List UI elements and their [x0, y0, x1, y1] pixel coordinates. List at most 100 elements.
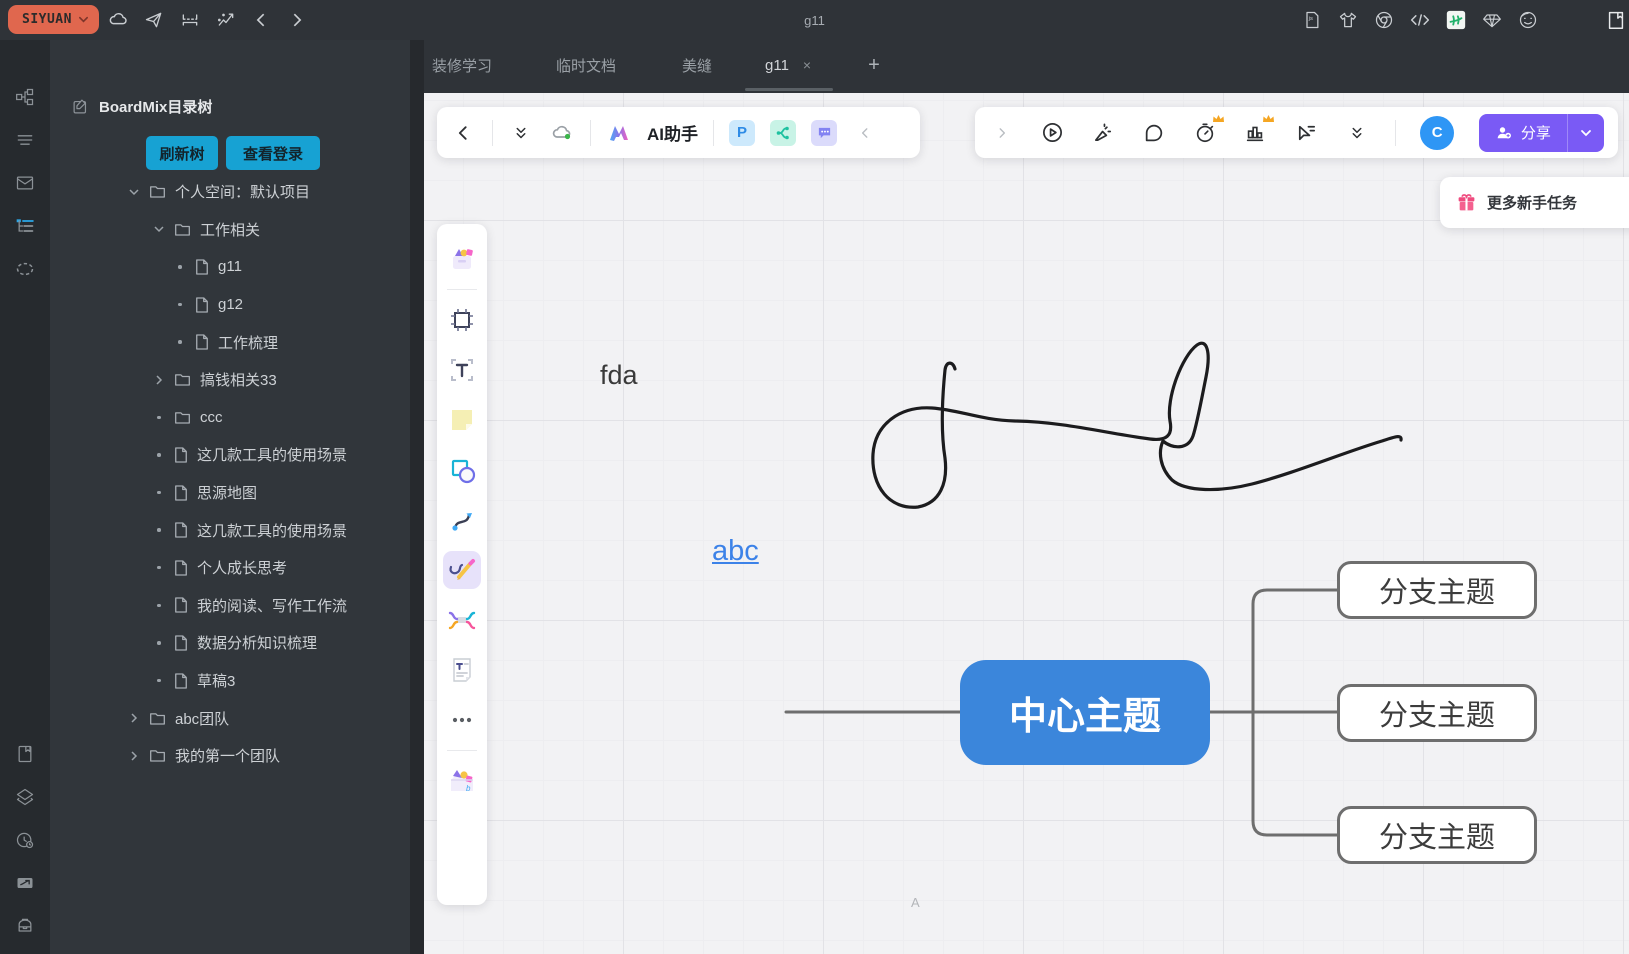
backpack-icon[interactable]: [13, 914, 37, 938]
chrome-icon[interactable]: [1372, 8, 1396, 32]
user-avatar[interactable]: C: [1420, 116, 1454, 150]
connector-icon[interactable]: [443, 501, 481, 539]
bookmark-icon[interactable]: [13, 742, 37, 766]
tree-item-folder[interactable]: 个人空间：默认项目: [50, 173, 410, 211]
newbie-tasks-card[interactable]: 更多新手任务: [1440, 177, 1629, 228]
cloud-sync-icon[interactable]: [549, 120, 575, 146]
panel-splitter[interactable]: [410, 40, 424, 954]
outline-icon[interactable]: [13, 128, 37, 152]
tree-item-folder[interactable]: abc团队: [50, 699, 410, 737]
tab-zhuangxiu[interactable]: 装修学习: [432, 40, 492, 90]
tree-item-folder[interactable]: 我的第一个团队: [50, 737, 410, 775]
tshirt-icon[interactable]: [1336, 8, 1360, 32]
canvas-link-object[interactable]: abc: [712, 535, 759, 568]
tag-icon[interactable]: [13, 785, 37, 809]
tree-item-folder[interactable]: ccc: [50, 399, 410, 437]
card-icon[interactable]: [13, 871, 37, 895]
history-icon[interactable]: [13, 828, 37, 852]
tree-item-label: 这几款工具的使用场景: [197, 444, 347, 465]
close-icon[interactable]: ×: [803, 57, 811, 73]
apps-icon[interactable]: b: [443, 762, 481, 800]
tree-item-doc[interactable]: 我的阅读、写作工作流: [50, 587, 410, 625]
tree-item-doc[interactable]: 数据分析知识梳理: [50, 624, 410, 662]
tab-meifeng[interactable]: 美缝: [682, 40, 712, 90]
cloud-icon[interactable]: [106, 8, 130, 32]
tree-item-doc[interactable]: 草稿3: [50, 662, 410, 700]
comment-icon[interactable]: [1141, 120, 1167, 146]
mindmap-icon[interactable]: [443, 601, 481, 639]
more-icon[interactable]: [443, 701, 481, 739]
dot-marker: [151, 416, 167, 420]
tree-item-doc[interactable]: 这几款工具的使用场景: [50, 511, 410, 549]
ai-assistant-label[interactable]: AI助手: [647, 120, 698, 145]
chevron-down-icon[interactable]: [126, 186, 142, 198]
tab-g11[interactable]: g11 ×: [765, 40, 811, 90]
tree-item-doc[interactable]: 个人成长思考: [50, 549, 410, 587]
bookmark-icon[interactable]: [1604, 8, 1628, 32]
pen-icon[interactable]: [443, 551, 481, 589]
collapse-toolbar-icon[interactable]: [852, 120, 878, 146]
emoji-icon[interactable]: [1516, 8, 1540, 32]
mindmap-branch-node[interactable]: 分支主题: [1337, 684, 1537, 742]
whiteboard-canvas[interactable]: 中心主题 分支主题 分支主题 分支主题 fda abc A AI助手 P: [424, 93, 1629, 954]
js-file-icon[interactable]: js: [1300, 8, 1324, 32]
tree-item-doc[interactable]: 思源地图: [50, 474, 410, 512]
ai-assistant-logo-icon[interactable]: [606, 120, 632, 146]
back-icon[interactable]: [451, 120, 477, 146]
timer-icon[interactable]: [1192, 120, 1218, 146]
present-play-icon[interactable]: [1040, 120, 1066, 146]
code-icon[interactable]: [1408, 8, 1432, 32]
stats-podium-icon[interactable]: [1242, 120, 1268, 146]
mindmap-branch-node[interactable]: 分支主题: [1337, 806, 1537, 864]
plugin-branch-icon[interactable]: [770, 120, 796, 146]
send-icon[interactable]: [142, 8, 166, 32]
share-button[interactable]: 分享: [1479, 114, 1604, 152]
templates-icon[interactable]: [443, 240, 481, 278]
mindmap-branch-node[interactable]: 分支主题: [1337, 561, 1537, 619]
activity-icon[interactable]: [214, 8, 238, 32]
tab-linshi[interactable]: 临时文档: [556, 40, 616, 90]
document-icon[interactable]: [443, 651, 481, 689]
back-icon[interactable]: [250, 8, 274, 32]
share-dropdown-chevron-icon[interactable]: [1568, 127, 1604, 139]
plugin-p-icon[interactable]: P: [729, 120, 755, 146]
sticky-note-icon[interactable]: [443, 401, 481, 439]
select-cursor-icon[interactable]: [1293, 120, 1319, 146]
canvas-text-object[interactable]: fda: [600, 360, 638, 391]
tree-item-folder[interactable]: 搞钱相关33: [50, 361, 410, 399]
mindmap-center-node[interactable]: 中心主题: [960, 660, 1210, 765]
forward-icon[interactable]: [284, 8, 308, 32]
plugin-chat-icon[interactable]: [811, 120, 837, 146]
tree-item-folder[interactable]: 工作相关: [50, 211, 410, 249]
chevron-right-icon[interactable]: [151, 374, 167, 386]
sync-icon[interactable]: [13, 257, 37, 281]
double-chevron-down-icon[interactable]: [508, 120, 534, 146]
doctree-icon[interactable]: [13, 214, 37, 238]
crown-badge-icon: [1262, 114, 1275, 124]
tree-item-doc[interactable]: g11: [50, 248, 410, 286]
dock-icon[interactable]: [178, 8, 202, 32]
siyuan-workspace-button[interactable]: SIYUAN: [8, 5, 99, 34]
laser-pointer-icon[interactable]: [1090, 120, 1116, 146]
frame-icon[interactable]: [443, 301, 481, 339]
inbox-icon[interactable]: [13, 171, 37, 195]
text-icon[interactable]: [443, 351, 481, 389]
shapes-icon[interactable]: [443, 451, 481, 489]
graph-icon[interactable]: [13, 85, 37, 109]
edit-icon[interactable]: [72, 98, 89, 115]
new-tab-button[interactable]: +: [861, 52, 887, 78]
tree-item-doc[interactable]: 这几款工具的使用场景: [50, 436, 410, 474]
expand-toolbar-icon[interactable]: [989, 120, 1015, 146]
view-login-button[interactable]: 查看登录: [226, 136, 320, 170]
double-chevron-down-icon[interactable]: [1344, 120, 1370, 146]
folder-icon: [174, 372, 191, 387]
chevron-right-icon[interactable]: [126, 750, 142, 762]
chevron-down-icon[interactable]: [151, 223, 167, 235]
plugin-green-icon[interactable]: [1444, 8, 1468, 32]
tree-item-doc[interactable]: 工作梳理: [50, 323, 410, 361]
sketch-icon[interactable]: [1480, 8, 1504, 32]
refresh-tree-button[interactable]: 刷新树: [146, 136, 218, 170]
chevron-right-icon[interactable]: [126, 712, 142, 724]
tree-item-doc[interactable]: g12: [50, 286, 410, 324]
document-tree: 个人空间：默认项目 工作相关 g11 g12 工作梳理 搞钱相关33: [50, 173, 410, 775]
